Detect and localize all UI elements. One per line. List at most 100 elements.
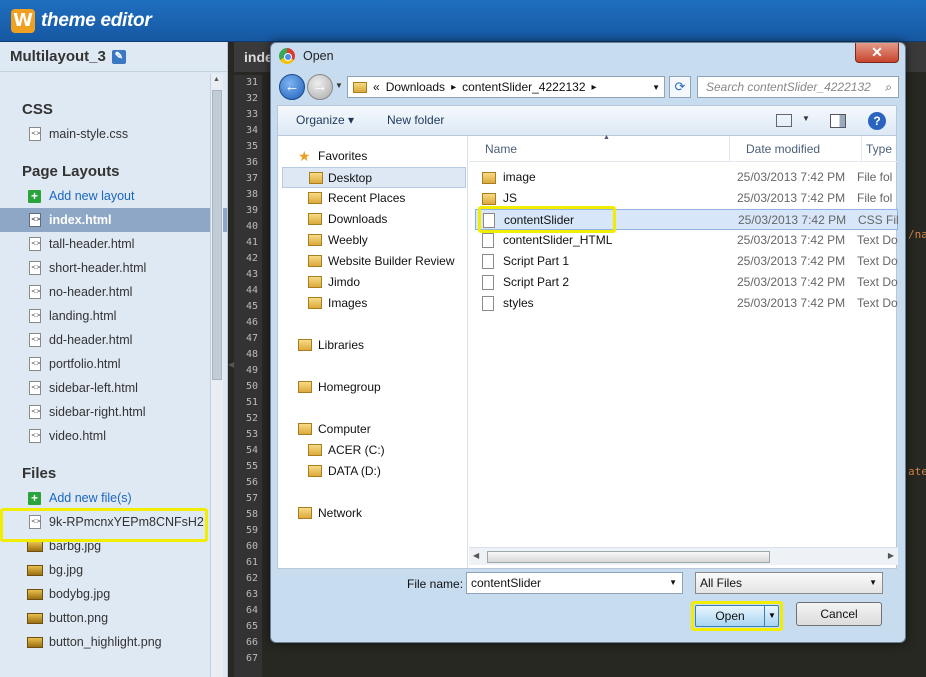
- nav-item-weebly[interactable]: Weebly: [278, 230, 467, 251]
- add-new-files-link[interactable]: + Add new file(s): [0, 486, 227, 510]
- nav-drive[interactable]: DATA (D:): [278, 461, 467, 482]
- file-type-select[interactable]: All Files ▼: [695, 572, 883, 594]
- search-input[interactable]: Search contentSlider_4222132 ⌕: [697, 76, 899, 98]
- sidebar-file-item[interactable]: button_highlight.png: [0, 630, 227, 654]
- address-bar[interactable]: « Downloads ▸ contentSlider_4222132 ▸ ▼: [347, 76, 665, 98]
- column-type[interactable]: Type: [866, 142, 892, 156]
- dialog-title: Open: [303, 49, 334, 63]
- file-row[interactable]: contentSlider 25/03/2013 7:42 PM CSS Fil: [475, 209, 899, 230]
- nav-network[interactable]: Network: [278, 503, 467, 524]
- address-dropdown-icon[interactable]: ▼: [652, 83, 660, 92]
- view-dropdown-icon[interactable]: ▼: [802, 114, 810, 123]
- refresh-button[interactable]: ⟳: [669, 76, 691, 98]
- scroll-up-icon[interactable]: ▲: [213, 76, 220, 83]
- sidebar-layout-item[interactable]: no-header.html: [0, 280, 227, 304]
- file-label: 9k-RPmcnxYEPm8CNFsH2: [49, 515, 204, 529]
- horizontal-scrollbar[interactable]: ◀ ▶: [469, 547, 898, 565]
- app-logo[interactable]: W theme editor: [11, 9, 152, 33]
- new-folder-button[interactable]: New folder: [387, 113, 444, 127]
- sidebar-layout-item[interactable]: sidebar-right.html: [0, 400, 227, 424]
- file-row[interactable]: styles 25/03/2013 7:42 PM Text Do: [475, 293, 898, 314]
- sidebar-file-item[interactable]: bg.jpg: [0, 558, 227, 582]
- layout-label: video.html: [49, 429, 106, 443]
- history-dropdown-icon[interactable]: ▼: [335, 81, 343, 90]
- back-button[interactable]: ←: [279, 74, 305, 100]
- sidebar-layout-item[interactable]: video.html: [0, 424, 227, 448]
- sidebar-file-item[interactable]: button.png: [0, 606, 227, 630]
- sidebar-file-item[interactable]: 9k-RPmcnxYEPm8CNFsH2: [0, 510, 227, 534]
- weebly-logo-icon: W: [11, 9, 35, 33]
- line-number: 51: [245, 397, 258, 408]
- breadcrumb-overflow[interactable]: «: [373, 80, 380, 94]
- nav-label: Images: [328, 296, 368, 310]
- line-number: 62: [245, 573, 258, 584]
- line-number: 50: [245, 381, 258, 392]
- nav-libraries[interactable]: Libraries: [278, 335, 467, 356]
- file-name-input[interactable]: contentSlider ▼: [466, 572, 683, 594]
- column-date-modified[interactable]: Date modified: [746, 142, 820, 156]
- drive-icon: [308, 465, 322, 477]
- search-icon[interactable]: ⌕: [885, 77, 892, 97]
- sidebar-layout-item[interactable]: sidebar-left.html: [0, 376, 227, 400]
- file-row[interactable]: contentSlider_HTML 25/03/2013 7:42 PM Text…: [475, 230, 898, 251]
- breadcrumb-chevron-icon[interactable]: ▸: [451, 82, 456, 93]
- nav-item-desktop[interactable]: Desktop: [282, 167, 466, 188]
- sidebar-layout-item[interactable]: index.html: [0, 208, 227, 232]
- preview-pane-icon[interactable]: [830, 114, 846, 128]
- organize-button[interactable]: Organize ▾: [296, 113, 354, 127]
- breadcrumb-chevron-icon[interactable]: ▸: [592, 82, 597, 93]
- nav-favorites[interactable]: ★ Favorites: [278, 146, 467, 167]
- line-number-gutter: 31 32 33 34 35 36 37 38 39 40 41 42 43 44 45 46 47 48 49 50…: [234, 75, 262, 677]
- sidebar-file-item[interactable]: barbg.jpg: [0, 534, 227, 558]
- chevron-down-icon[interactable]: ▼: [669, 573, 677, 593]
- nav-item-images[interactable]: Images: [278, 293, 467, 314]
- sidebar-layout-item[interactable]: short-header.html: [0, 256, 227, 280]
- file-name: Script Part 2: [503, 275, 570, 289]
- nav-item-website-builder-review[interactable]: Website Builder Review: [278, 251, 467, 272]
- sidebar-layout-item[interactable]: tall-header.html: [0, 232, 227, 256]
- nav-item-downloads[interactable]: Downloads: [278, 209, 467, 230]
- sidebar-file-item[interactable]: bodybg.jpg: [0, 582, 227, 606]
- nav-computer[interactable]: Computer: [278, 419, 467, 440]
- navigation-pane: ★ Favorites Desktop Recent Places Downloads W…: [278, 136, 468, 568]
- line-number: 60: [245, 541, 258, 552]
- open-button[interactable]: Open ▼: [695, 605, 779, 627]
- help-icon[interactable]: ?: [868, 112, 886, 130]
- breadcrumb-current-folder[interactable]: contentSlider_4222132: [462, 80, 585, 94]
- file-row[interactable]: image 25/03/2013 7:42 PM File fol: [475, 167, 898, 188]
- nav-drive[interactable]: ACER (C:): [278, 440, 467, 461]
- file-row[interactable]: JS 25/03/2013 7:42 PM File fol: [475, 188, 898, 209]
- scrollbar-thumb[interactable]: [487, 551, 770, 563]
- nav-item-jimdo[interactable]: Jimdo: [278, 272, 467, 293]
- scroll-right-icon[interactable]: ▶: [888, 551, 894, 560]
- open-dropdown-icon[interactable]: ▼: [768, 606, 776, 626]
- drive-icon: [308, 444, 322, 456]
- file-row[interactable]: Script Part 2 25/03/2013 7:42 PM Text Do: [475, 272, 898, 293]
- breadcrumb-downloads[interactable]: Downloads: [386, 80, 445, 94]
- chrome-icon: [279, 48, 295, 64]
- view-options-icon[interactable]: [776, 114, 792, 127]
- scrollbar-thumb[interactable]: [212, 90, 222, 380]
- cancel-button[interactable]: Cancel: [796, 602, 882, 626]
- nav-homegroup[interactable]: Homegroup: [278, 377, 467, 398]
- address-row: ← → ▼ « Downloads ▸ contentSlider_422213…: [277, 73, 899, 101]
- sidebar-layout-item[interactable]: landing.html: [0, 304, 227, 328]
- sidebar-layout-item[interactable]: dd-header.html: [0, 328, 227, 352]
- close-button[interactable]: ✕: [855, 43, 899, 63]
- forward-button[interactable]: →: [307, 74, 333, 100]
- editor-tab[interactable]: inde: [244, 49, 273, 65]
- collapse-arrow-icon[interactable]: ◀: [228, 360, 236, 390]
- column-name[interactable]: Name: [485, 142, 517, 156]
- nav-item-recent-places[interactable]: Recent Places: [278, 188, 467, 209]
- search-placeholder: Search contentSlider_4222132: [706, 80, 871, 94]
- sidebar-scrollbar[interactable]: ▲: [210, 74, 223, 677]
- add-new-layout-link[interactable]: + Add new layout: [0, 184, 227, 208]
- scroll-left-icon[interactable]: ◀: [473, 551, 479, 560]
- file-row[interactable]: Script Part 1 25/03/2013 7:42 PM Text Do: [475, 251, 898, 272]
- sidebar-layout-item[interactable]: portfolio.html: [0, 352, 227, 376]
- line-number: 48: [245, 349, 258, 360]
- edit-pencil-icon[interactable]: ✎: [111, 49, 126, 64]
- chevron-down-icon[interactable]: ▼: [869, 573, 877, 593]
- file-type: Text Do: [857, 275, 898, 289]
- sidebar-css-file[interactable]: main-style.css: [0, 122, 227, 146]
